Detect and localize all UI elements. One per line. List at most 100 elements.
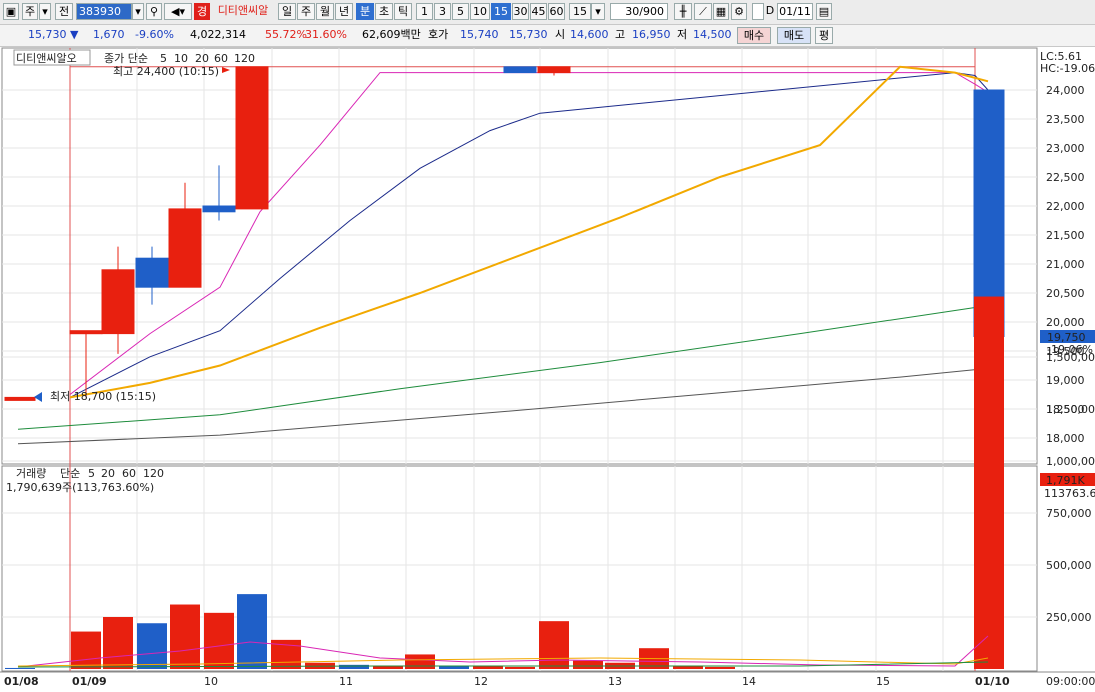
- open-price: 14,600: [570, 28, 609, 41]
- volume-bar: [339, 664, 369, 669]
- trade-amount: 62,609백만: [362, 28, 421, 41]
- price-tick-label: 22,500: [1046, 171, 1085, 184]
- volume-tick-label: 250,000: [1046, 611, 1092, 624]
- interval-60[interactable]: 60: [548, 3, 565, 20]
- volume-info: 1,790,639주(113,763.60%): [6, 481, 154, 494]
- legend-ma10: 10: [174, 52, 188, 65]
- candle-body: [135, 257, 169, 288]
- high-arrow-icon: [222, 67, 230, 73]
- candle-body: [235, 66, 269, 210]
- interval-1[interactable]: 1: [416, 3, 433, 20]
- average-button[interactable]: 평: [815, 27, 833, 44]
- legend-ma-label: 종가 단순: [104, 52, 148, 65]
- x-label-12: 12: [474, 675, 488, 688]
- save-icon[interactable]: ▦: [713, 3, 729, 20]
- candle-body: [503, 66, 537, 74]
- checkbox-label: D: [765, 4, 775, 17]
- period-week[interactable]: 주: [297, 3, 315, 20]
- volume-bar: [573, 660, 603, 669]
- period-month[interactable]: 월: [316, 3, 334, 20]
- volume-legend-ma-label: 단순: [60, 467, 80, 480]
- interval-10[interactable]: 10: [470, 3, 490, 20]
- price-tick-label: 19,000: [1046, 374, 1085, 387]
- warning-badge: 경: [194, 3, 210, 20]
- volume-bar: [71, 631, 101, 669]
- ma20-line: [69, 65, 989, 399]
- interval-dropdown-icon[interactable]: ▾: [591, 3, 605, 20]
- market-select[interactable]: 주: [22, 3, 38, 20]
- legend-ma20: 20: [195, 52, 209, 65]
- candle-body: [537, 66, 571, 74]
- window-menu-icon[interactable]: ▣: [3, 3, 19, 20]
- interval-15[interactable]: 15: [491, 3, 511, 20]
- sell-button[interactable]: 매도: [777, 27, 811, 44]
- x-label-15: 15: [876, 675, 890, 688]
- period-minute[interactable]: 분: [356, 3, 374, 20]
- period-day[interactable]: 일: [278, 3, 296, 20]
- percent-one: 55.72%: [265, 28, 307, 41]
- market-dropdown-icon[interactable]: ▾: [39, 3, 51, 20]
- legend-ma120: 120: [234, 52, 255, 65]
- interval-5[interactable]: 5: [452, 3, 469, 20]
- price-tick-label: 24,000: [1046, 84, 1085, 97]
- count-input[interactable]: 30/900: [610, 3, 668, 20]
- volume-bar: [539, 621, 569, 669]
- calendar-icon[interactable]: ▤: [816, 3, 832, 20]
- draw-tool-icon[interactable]: ⟋: [694, 3, 712, 20]
- volume-tick-label: 1,250,000: [1046, 403, 1095, 416]
- interval-30[interactable]: 30: [512, 3, 529, 20]
- candle-body: [4, 396, 36, 401]
- high-annotation: 최고 24,400 (10:15): [113, 65, 219, 78]
- volume-tick-label: 750,000: [1046, 507, 1092, 520]
- period-tick[interactable]: 틱: [394, 3, 412, 20]
- candle-body: [69, 330, 103, 335]
- price-chart[interactable]: 24,000 23,500 23,000 22,500 22,000 21,500 21,0…: [0, 46, 1095, 692]
- candle-type-icon[interactable]: ╫: [674, 3, 692, 20]
- buy-button[interactable]: 매수: [737, 27, 771, 44]
- stock-code-input[interactable]: 383930: [76, 3, 132, 20]
- search-icon[interactable]: ⚲: [146, 3, 162, 20]
- price-tick-label: 20,500: [1046, 287, 1085, 300]
- volume-bar: [204, 612, 234, 669]
- legend-ma5: 5: [160, 52, 167, 65]
- price-change: 1,670: [93, 28, 125, 41]
- x-label-0108: 01/08: [4, 675, 39, 688]
- open-label: 시: [555, 28, 566, 41]
- high-label: 고: [615, 28, 626, 41]
- code-dropdown-icon[interactable]: ▾: [132, 3, 144, 20]
- chart-toolbar: ▣ 주 ▾ 전 383930 ▾ ⚲ ◀▾ 경 디티앤씨알 일 주 월 년 분 …: [0, 0, 1095, 25]
- chart-grid: [0, 47, 1095, 673]
- low-price: 14,500: [693, 28, 732, 41]
- period-year[interactable]: 년: [335, 3, 353, 20]
- change-percent: -9.60%: [135, 28, 174, 41]
- price-tick-label: 21,500: [1046, 229, 1085, 242]
- percent-two: 31.60%: [305, 28, 347, 41]
- volume-legend-name: 거래량: [16, 467, 46, 480]
- gear-icon[interactable]: ⚙: [731, 3, 747, 20]
- volume-ma5: 5: [88, 467, 95, 480]
- interval-input[interactable]: 15: [569, 3, 591, 20]
- date-input[interactable]: 01/11: [777, 3, 813, 20]
- low-label: 저: [677, 28, 688, 41]
- candlestick-series: [4, 66, 1005, 402]
- volume-bar: [439, 666, 469, 669]
- volume-bar: [5, 667, 35, 669]
- x-label-13: 13: [608, 675, 622, 688]
- prev-button[interactable]: 전: [55, 3, 73, 20]
- checkbox[interactable]: [752, 3, 764, 20]
- volume-bar: [137, 623, 167, 669]
- legend-ma60: 60: [214, 52, 228, 65]
- volume-legend: 거래량 단순 5 20 60 120: [16, 467, 164, 480]
- volume-bar: [103, 617, 133, 669]
- period-second[interactable]: 초: [375, 3, 393, 20]
- interval-3[interactable]: 3: [434, 3, 451, 20]
- volume-tick-label: 1,000,000: [1046, 455, 1095, 468]
- volume-value: 4,022,314: [190, 28, 246, 41]
- interval-45[interactable]: 45: [530, 3, 547, 20]
- x-label-14: 14: [742, 675, 756, 688]
- volume-bar: [974, 296, 1004, 669]
- price-tick-label: 22,000: [1046, 200, 1085, 213]
- candle-body: [202, 205, 236, 213]
- speaker-icon[interactable]: ◀▾: [164, 3, 192, 20]
- x-label-11: 11: [339, 675, 353, 688]
